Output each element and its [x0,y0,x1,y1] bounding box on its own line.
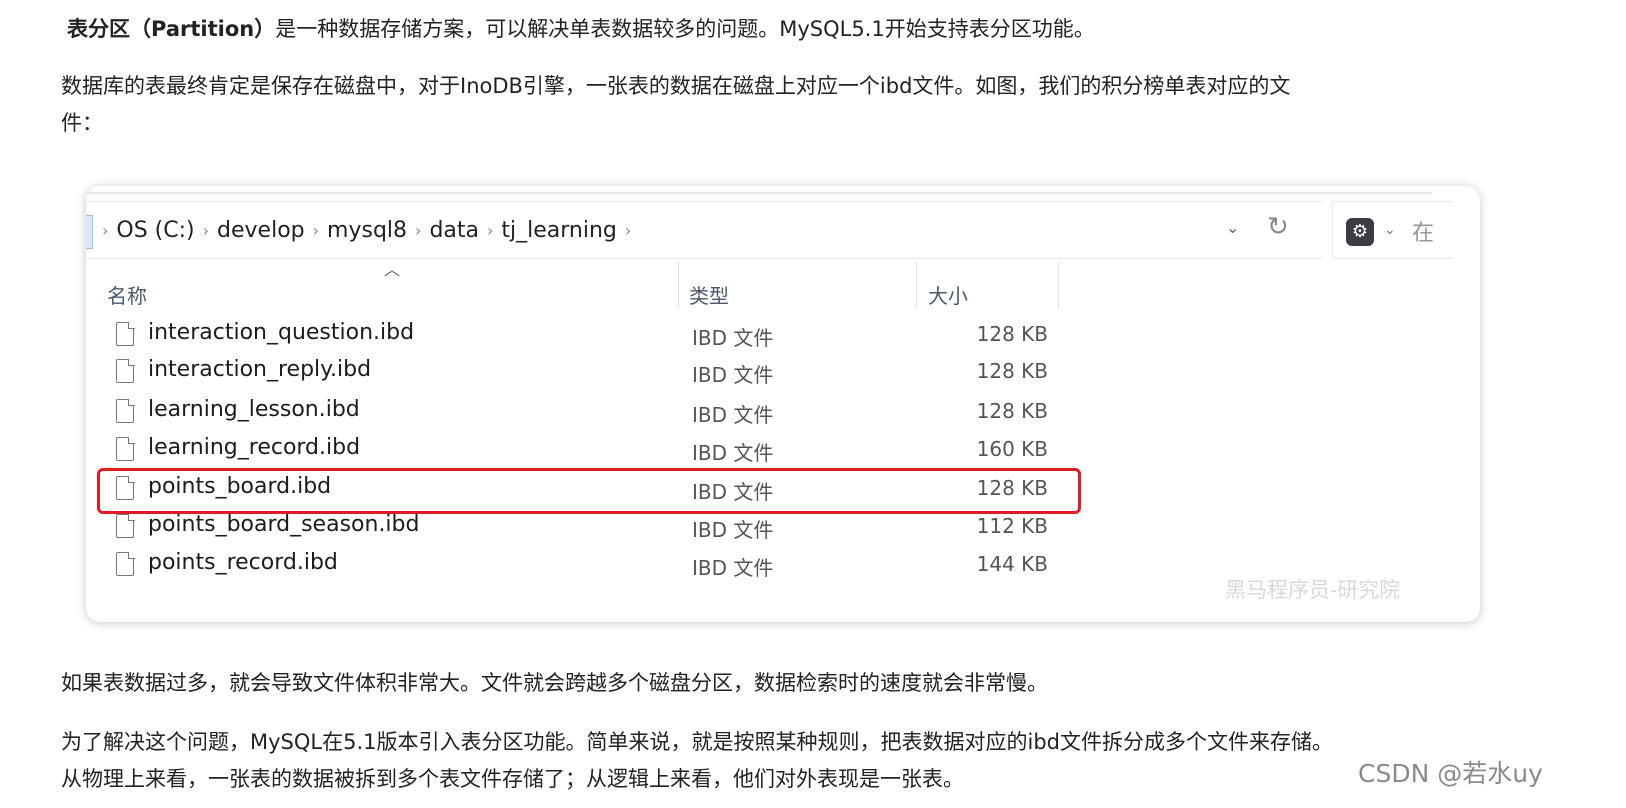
storage-line-2: 件： [61,111,103,135]
chevron-right-icon: › [312,220,320,240]
file-icon [116,436,135,461]
address-bar[interactable]: › OS (C:) › develop › mysql8 › data › tj… [86,201,1322,259]
file-type: IBD 文件 [692,363,774,387]
sort-ascending-icon: ︿ [384,260,401,279]
file-type: IBD 文件 [692,326,774,350]
solution-line-2: 从物理上来看，一张表的数据被拆到多个表文件存储了；从逻辑上来看，他们对外表现是一… [61,767,964,791]
solution-paragraph: 为了解决这个问题，MySQL在5.1版本引入表分区功能。简单来说，就是按照某种规… [61,724,1333,798]
csdn-watermark: CSDN @若水uy [1358,759,1543,788]
address-bar-left-edge [86,215,93,249]
file-size: 128 KB [976,322,1048,346]
file-icon [116,551,135,576]
file-name: interaction_reply.ibd [148,357,372,382]
image-watermark: 黑马程序员-研究院 [1225,578,1401,602]
file-row[interactable]: interaction_reply.ibd IBD 文件 128 KB [86,355,1086,393]
column-header-type[interactable]: 类型 [689,280,729,309]
chevron-right-icon: › [487,220,494,240]
file-row[interactable]: points_record.ibd IBD 文件 144 KB [86,548,1086,586]
file-name: points_record.ibd [148,550,338,575]
file-row[interactable]: interaction_question.ibd IBD 文件 128 KB [86,318,1086,356]
column-header-size[interactable]: 大小 [928,280,968,309]
file-row[interactable]: learning_record.ibd IBD 文件 160 KB [86,433,1086,471]
file-icon [116,513,135,538]
refresh-icon[interactable]: ↻ [1267,212,1289,242]
partition-term: 表分区（Partition） [67,17,276,41]
file-name: interaction_question.ibd [148,320,415,345]
file-size: 128 KB [976,359,1048,383]
file-name: points_board_season.ibd [148,512,420,537]
chevron-right-icon: › [102,220,109,240]
search-input[interactable]: 在 [1412,215,1434,247]
file-explorer-screenshot: › OS (C:) › develop › mysql8 › data › tj… [86,186,1480,622]
storage-paragraph: 数据库的表最终肯定是保存在磁盘中，对于InoDB引擎，一张表的数据在磁盘上对应一… [61,68,1290,142]
highlight-box [97,468,1081,514]
file-size: 112 KB [976,514,1048,538]
storage-line-1: 数据库的表最终肯定是保存在磁盘中，对于InoDB引擎，一张表的数据在磁盘上对应一… [61,74,1291,98]
chevron-right-icon: › [415,220,422,240]
file-size: 128 KB [976,399,1048,423]
column-divider[interactable] [916,261,917,309]
file-type: IBD 文件 [692,518,774,542]
breadcrumb-drive[interactable]: OS (C:) [116,218,194,243]
chevron-right-icon[interactable]: › [625,221,631,240]
column-divider[interactable] [1058,261,1059,309]
file-row[interactable]: learning_lesson.ibd IBD 文件 128 KB [86,395,1086,433]
file-icon [116,358,135,383]
file-row[interactable]: points_board_season.ibd IBD 文件 112 KB [86,510,1086,548]
column-header-name[interactable]: 名称 [107,280,147,309]
breadcrumb-develop[interactable]: develop [217,218,305,243]
column-divider[interactable] [678,261,679,309]
file-type: IBD 文件 [692,441,774,465]
file-size: 144 KB [976,552,1048,576]
file-icon [116,321,135,346]
file-size: 160 KB [976,437,1048,461]
title-divider [86,192,1432,194]
problem-paragraph: 如果表数据过多，就会导致文件体积非常大。文件就会跨越多个磁盘分区，数据检索时的速… [61,671,1048,695]
file-name: learning_lesson.ibd [148,397,360,422]
file-icon [116,398,135,423]
file-type: IBD 文件 [692,403,774,427]
chevron-down-icon[interactable]: ⌄ [1384,222,1396,238]
gear-icon[interactable]: ⚙ [1346,218,1374,246]
breadcrumb-mysql8[interactable]: mysql8 [327,218,407,243]
breadcrumb-data[interactable]: data [429,218,479,243]
file-name: learning_record.ibd [148,435,361,460]
chevron-down-icon[interactable]: ⌄ [1226,218,1239,237]
intro-text: 是一种数据存储方案，可以解决单表数据较多的问题。MySQL5.1开始支持表分区功… [275,17,1095,41]
breadcrumb: › OS (C:) › develop › mysql8 › data › tj… [94,202,639,258]
solution-line-1: 为了解决这个问题，MySQL在5.1版本引入表分区功能。简单来说，就是按照某种规… [61,730,1333,754]
chevron-right-icon: › [202,220,210,240]
intro-paragraph: 表分区（Partition）是一种数据存储方案，可以解决单表数据较多的问题。My… [67,11,1095,48]
file-type: IBD 文件 [692,556,774,580]
breadcrumb-tj-learning[interactable]: tj_learning [501,218,617,243]
